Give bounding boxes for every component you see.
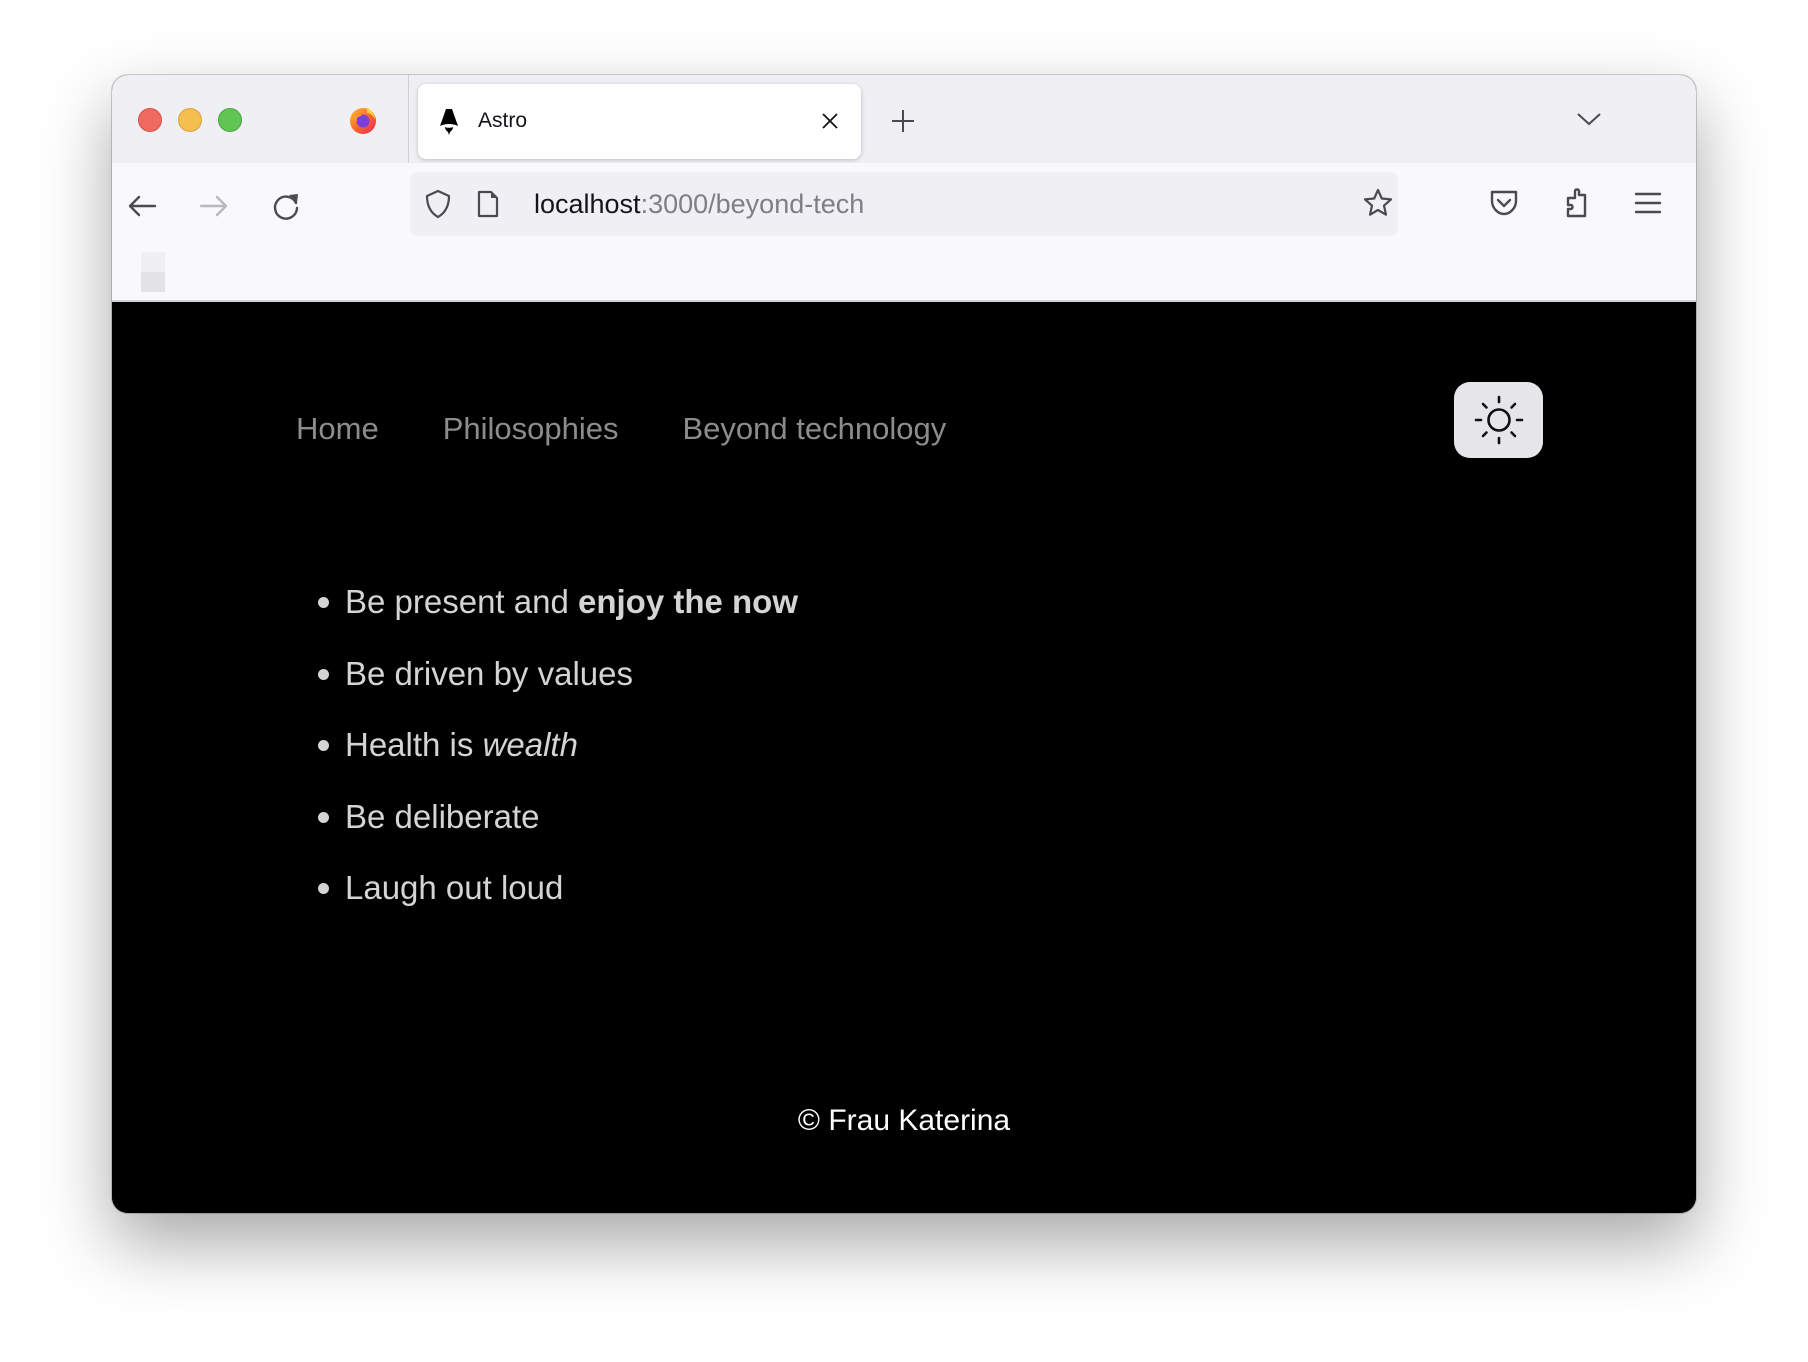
bullet-icon — [318, 668, 329, 680]
bullet-icon — [318, 811, 329, 823]
list-item-bold: enjoy the now — [578, 583, 799, 620]
minimize-window-button[interactable] — [178, 108, 202, 132]
url-host: localhost — [534, 189, 641, 219]
browser-window: Astro localhost:3000/beyond-tech Home Ph… — [112, 75, 1696, 1213]
tab-title: Astro — [478, 109, 528, 132]
arrow-left-icon[interactable] — [126, 190, 158, 222]
list-item-text: Laugh out loud — [345, 869, 564, 906]
plus-icon[interactable] — [891, 109, 915, 133]
chevron-down-icon[interactable] — [1576, 109, 1602, 129]
list-item: Health is wealth — [296, 721, 798, 793]
bullet-icon — [318, 883, 329, 894]
pocket-icon[interactable] — [1488, 187, 1520, 219]
close-icon[interactable] — [820, 111, 840, 131]
shield-icon[interactable] — [422, 188, 454, 220]
tab-strip: Astro — [112, 75, 1696, 163]
arrow-right-icon[interactable] — [198, 190, 230, 222]
nav-link-home[interactable]: Home — [296, 411, 379, 447]
bookmarks-toolbar-placeholder — [141, 272, 165, 292]
list-item-text: Be present and — [345, 583, 578, 620]
bullet-icon — [318, 740, 329, 751]
values-list: Be present and enjoy the now Be driven b… — [296, 578, 798, 936]
list-item: Be deliberate — [296, 793, 798, 865]
list-item-text: Be driven by values — [345, 654, 633, 692]
tab-astro[interactable]: Astro — [418, 84, 861, 159]
reload-icon[interactable] — [270, 190, 302, 222]
astro-rocket-icon — [440, 109, 458, 135]
list-item: Laugh out loud — [296, 864, 798, 936]
site-footer: © Frau Katerina — [797, 1104, 1011, 1137]
sun-icon — [1474, 395, 1523, 445]
bullet-icon — [318, 597, 329, 608]
nav-link-beyond-technology[interactable]: Beyond technology — [683, 411, 947, 447]
bookmarks-toolbar-placeholder — [141, 252, 165, 272]
puzzle-icon[interactable] — [1561, 187, 1593, 219]
tab-strip-divider — [408, 75, 409, 163]
list-item-italic: wealth — [482, 726, 578, 763]
maximize-window-button[interactable] — [218, 108, 242, 132]
url-bar[interactable]: localhost:3000/beyond-tech — [410, 172, 1398, 236]
site-nav: Home Philosophies Beyond technology — [296, 411, 946, 447]
web-page: Home Philosophies Beyond technology Be p… — [112, 302, 1696, 1213]
url-path: :3000/beyond-tech — [640, 189, 865, 219]
hamburger-icon[interactable] — [1632, 187, 1664, 219]
navigation-toolbar: localhost:3000/beyond-tech — [112, 163, 1696, 302]
close-window-button[interactable] — [138, 108, 162, 132]
list-item-text: Health is — [345, 726, 483, 763]
list-item: Be driven by values — [296, 650, 798, 722]
list-item: Be present and enjoy the now — [296, 578, 798, 650]
star-icon[interactable] — [1362, 187, 1394, 219]
url-text[interactable]: localhost:3000/beyond-tech — [534, 189, 864, 220]
list-item-text: Be deliberate — [345, 797, 540, 835]
theme-toggle-button[interactable] — [1454, 382, 1543, 458]
firefox-logo-icon — [350, 107, 376, 134]
nav-link-philosophies[interactable]: Philosophies — [443, 411, 619, 447]
page-icon — [477, 190, 499, 218]
